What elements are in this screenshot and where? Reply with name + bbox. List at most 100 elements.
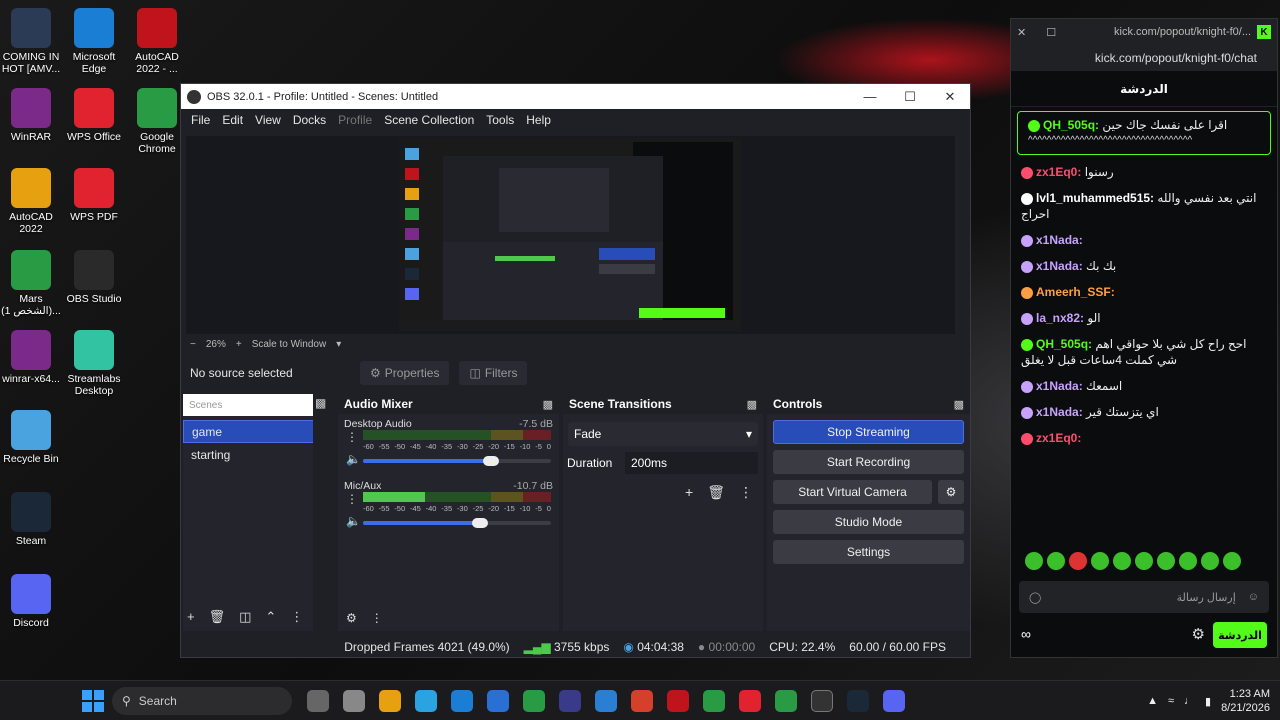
discord-icon[interactable] [883, 689, 905, 712]
windows-start-icon[interactable] [82, 689, 104, 712]
obs-icon[interactable] [811, 689, 833, 712]
close-icon[interactable]: ✕ [930, 84, 970, 109]
gear-icon[interactable]: ⚙ [938, 480, 964, 504]
chat-username[interactable]: x1Nada: [1036, 405, 1083, 419]
desktop-icon[interactable]: AutoCAD 2022 [0, 168, 62, 235]
start-virtual-camera-button[interactable]: Start Virtual Camera [773, 480, 932, 504]
desktop-icon[interactable]: Discord [0, 574, 62, 629]
chat-username[interactable]: QH_505q: [1043, 118, 1099, 132]
file-explorer-icon[interactable] [379, 689, 401, 712]
add-transition-icon[interactable]: + [685, 484, 693, 501]
zoom-out-icon[interactable]: − [190, 339, 196, 350]
chrome-icon[interactable] [775, 689, 797, 712]
slider-knob[interactable] [482, 456, 499, 466]
float-icon[interactable]: ▩ [313, 394, 335, 412]
more-icon[interactable]: ⋮ [290, 609, 303, 625]
taskbar-search[interactable]: ⚲ Search [112, 686, 292, 715]
desktop-icon[interactable]: Streamlabs Desktop [63, 330, 125, 397]
emote-icon[interactable] [1223, 552, 1241, 570]
store-icon[interactable] [487, 689, 509, 712]
chrome-icon[interactable] [523, 689, 545, 712]
volume-slider[interactable] [363, 518, 551, 528]
tray-icon[interactable]: ▲ [1147, 695, 1158, 707]
wps-icon[interactable] [739, 689, 761, 712]
emote-icon[interactable] [1157, 552, 1175, 570]
desktop-icon[interactable]: WPS PDF [63, 168, 125, 223]
app-icon[interactable] [595, 689, 617, 712]
zoom-in-icon[interactable]: + [236, 339, 242, 350]
chat-username[interactable]: x1Nada: [1036, 259, 1083, 273]
menu-view[interactable]: View [249, 113, 287, 127]
app-icon[interactable] [559, 689, 581, 712]
clock[interactable]: 1:23 AM 8/21/2026 [1221, 687, 1270, 715]
scene-filters-icon[interactable]: ◫ [239, 609, 251, 625]
desktop-icon[interactable]: WPS Office [63, 88, 125, 143]
desktop-icon[interactable]: AutoCAD 2022 - ... [126, 8, 188, 75]
task-view-icon[interactable] [307, 689, 329, 712]
app-icon[interactable] [631, 689, 653, 712]
menu-file[interactable]: File [185, 113, 216, 127]
widgets-icon[interactable] [343, 689, 365, 712]
move-up-icon[interactable]: ⌃ [265, 609, 276, 625]
desktop-icon[interactable]: Recycle Bin [0, 410, 62, 465]
maximize-icon[interactable]: ☐ [890, 84, 930, 109]
scene-item-starting[interactable]: starting [183, 443, 331, 466]
desktop-icon[interactable]: winrar-x64... [0, 330, 62, 385]
settings-button[interactable]: Settings [773, 540, 964, 564]
desktop-icon[interactable]: Google Chrome [126, 88, 188, 155]
trash-icon[interactable]: 🗑 [707, 484, 725, 501]
scene-item-game[interactable]: game [183, 420, 331, 443]
chat-input[interactable]: ◯ إرسال رسالة ☺ [1019, 581, 1269, 613]
send-chat-button[interactable]: الدردشة [1213, 622, 1267, 648]
filters-button[interactable]: ◫ Filters [459, 361, 528, 385]
program-preview[interactable] [399, 138, 741, 331]
menu-profile[interactable]: Profile [332, 113, 378, 127]
menu-help[interactable]: Help [520, 113, 557, 127]
add-scene-icon[interactable]: + [187, 609, 195, 625]
studio-mode-button[interactable]: Studio Mode [773, 510, 964, 534]
menu-edit[interactable]: Edit [216, 113, 249, 127]
netflix-icon[interactable] [667, 689, 689, 712]
obs-titlebar[interactable]: OBS 32.0.1 - Profile: Untitled - Scenes:… [181, 84, 970, 109]
chat-username[interactable]: lvl1_muhammed515: [1036, 191, 1154, 205]
menu-tools[interactable]: Tools [480, 113, 520, 127]
emoji-icon[interactable]: ☺ [1248, 591, 1259, 603]
volume-slider[interactable] [363, 456, 551, 466]
speaker-icon[interactable]: ♩ [1184, 695, 1195, 707]
speaker-icon[interactable]: 🔈 [346, 452, 361, 466]
desktop-icon[interactable]: Mars (الشخص 1)... [0, 250, 62, 317]
trash-icon[interactable]: 🗑 [209, 609, 226, 625]
more-icon[interactable]: ⋮ [346, 430, 358, 444]
restore-icon[interactable]: ☐ [1046, 26, 1056, 39]
start-recording-button[interactable]: Start Recording [773, 450, 964, 474]
preview-area[interactable] [186, 136, 955, 334]
close-icon[interactable]: ✕ [1017, 26, 1026, 39]
emote-icon[interactable] [1069, 552, 1087, 570]
desktop-icon[interactable]: Steam [0, 492, 62, 547]
menu-docks[interactable]: Docks [287, 113, 332, 127]
kick-address-bar[interactable]: kick.com/popout/knight-f0/chat [1011, 45, 1277, 71]
desktop-icon[interactable]: Microsoft Edge [63, 8, 125, 75]
chat-username[interactable]: la_nx82: [1036, 311, 1084, 325]
desktop-icon[interactable]: WinRAR [0, 88, 62, 143]
float-icon[interactable]: ▩ [954, 398, 964, 411]
scenes-tab[interactable]: Scenes [183, 394, 331, 416]
chat-username[interactable]: Ameerh_SSF: [1036, 285, 1115, 299]
steam-icon[interactable] [847, 689, 869, 712]
menu-scene-collection[interactable]: Scene Collection [378, 113, 480, 127]
more-icon[interactable]: ⋮ [346, 492, 358, 506]
emote-icon[interactable] [1135, 552, 1153, 570]
emote-icon[interactable] [1179, 552, 1197, 570]
more-icon[interactable]: ⋮ [371, 611, 383, 625]
float-icon[interactable]: ▩ [747, 398, 757, 411]
emote-icon[interactable] [1113, 552, 1131, 570]
battery-icon[interactable]: ▮ [1205, 695, 1211, 708]
infinity-icon[interactable]: ∞ [1021, 626, 1031, 642]
gear-icon[interactable]: ⚙ [1192, 625, 1205, 643]
scale-mode-select[interactable]: Scale to Window [252, 339, 326, 350]
slider-knob[interactable] [471, 518, 488, 528]
minimize-icon[interactable]: — [850, 84, 890, 109]
emote-icon[interactable] [1047, 552, 1065, 570]
edge-icon[interactable] [451, 689, 473, 712]
more-icon[interactable]: ⋮ [739, 484, 753, 501]
